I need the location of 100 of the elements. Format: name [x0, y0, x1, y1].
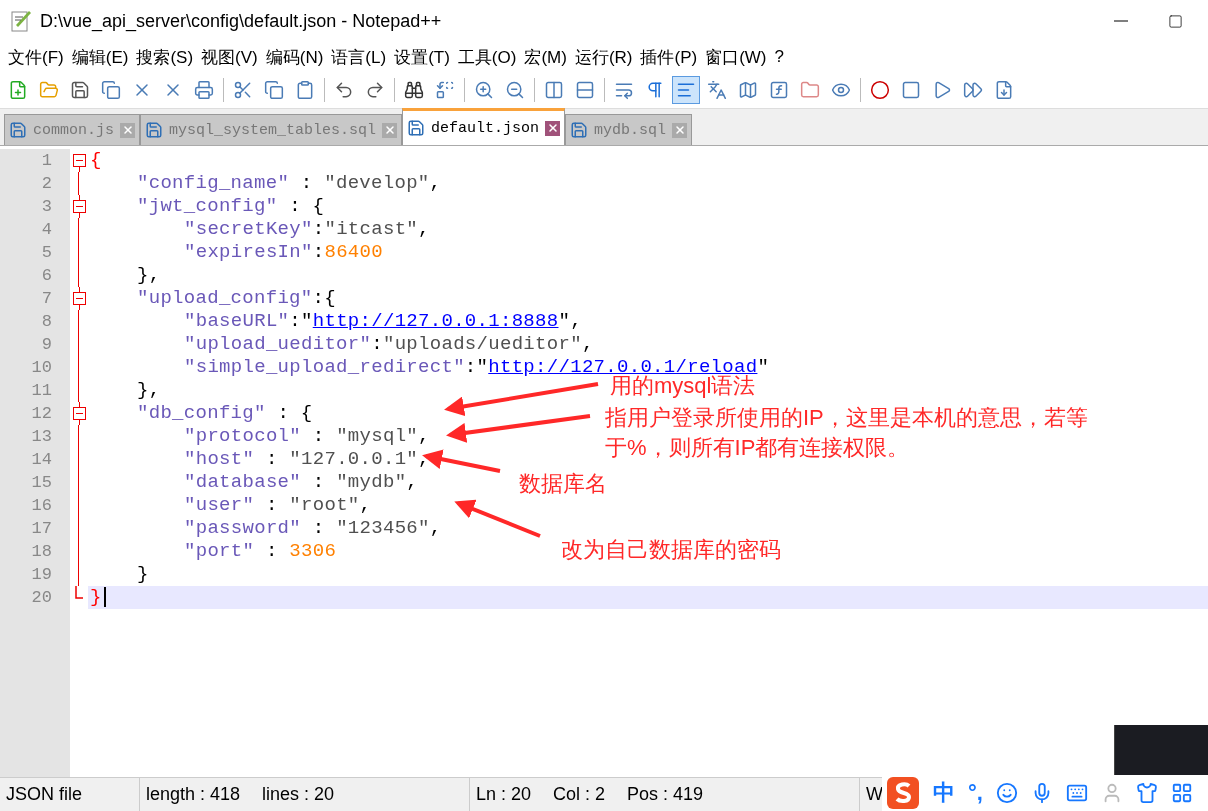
- line-number: 12: [30, 403, 53, 425]
- line-number: 16: [30, 495, 53, 517]
- code-line: },: [137, 379, 161, 402]
- code-line: "db_config" : {: [137, 402, 313, 425]
- menu-item[interactable]: 插件(P): [636, 45, 702, 69]
- keyboard-icon[interactable]: [1065, 782, 1088, 804]
- cursor-position-text: Pos : 419: [627, 784, 704, 805]
- new-file-icon: [8, 80, 28, 100]
- code-line: "upload_config":{: [137, 287, 336, 310]
- cursor-column-text: Col : 2: [553, 784, 606, 805]
- save-all-icon: [101, 80, 121, 100]
- rows-icon: [575, 80, 595, 100]
- language-icon: [707, 80, 727, 100]
- eye-icon: [831, 80, 851, 100]
- print-icon: [194, 80, 214, 100]
- undo-icon: [334, 80, 354, 100]
- indent-guide-icon: [676, 80, 696, 100]
- line-number: 20: [30, 587, 53, 609]
- save-icon: [145, 121, 163, 139]
- close-tab-icon[interactable]: [545, 120, 561, 136]
- fast-forward-icon: [963, 80, 983, 100]
- annotation-text: 数据库名: [519, 470, 608, 498]
- length-text: length : 418: [146, 784, 241, 805]
- find-icon: [404, 80, 424, 100]
- menu-item[interactable]: 视图(V): [197, 45, 262, 69]
- save-icon: [9, 121, 27, 139]
- code-line: "upload_ueditor":"uploads/ueditor",: [184, 333, 594, 356]
- fold-toggle-icon[interactable]: [72, 402, 86, 425]
- file-tab[interactable]: default.json: [402, 108, 566, 145]
- code-line: }: [90, 586, 102, 609]
- line-number: 14: [30, 449, 53, 471]
- shirt-icon[interactable]: [1135, 782, 1158, 804]
- annotation-text: 改为自己数据库的密码: [561, 536, 782, 564]
- code-line: "jwt_config" : {: [137, 195, 325, 218]
- code-line: {: [90, 149, 102, 172]
- status-text: W: [866, 784, 883, 805]
- line-number: 9: [40, 334, 53, 356]
- play-icon: [932, 80, 952, 100]
- save-macro-icon: [994, 80, 1014, 100]
- replace-icon: [435, 80, 455, 100]
- open-folder-icon: [39, 80, 59, 100]
- close-tab-icon[interactable]: [382, 122, 398, 138]
- line-number: 15: [30, 472, 53, 494]
- text-caret: [103, 587, 106, 607]
- menu-item[interactable]: 编辑(E): [67, 45, 133, 69]
- menu-item[interactable]: 搜索(S): [132, 45, 198, 69]
- grid-icon[interactable]: [1170, 782, 1193, 804]
- menu-item[interactable]: 窗口(W): [701, 45, 771, 69]
- menu-item[interactable]: 语言(L): [327, 45, 391, 69]
- code-line: },: [137, 264, 161, 287]
- menu-item[interactable]: 宏(M): [520, 45, 571, 69]
- line-number: 6: [40, 265, 53, 287]
- line-number: 10: [30, 357, 53, 379]
- lines-text: lines : 20: [262, 784, 335, 805]
- code-line: "config_name" : "develop",: [137, 172, 442, 195]
- menu-item[interactable]: 运行(R): [570, 45, 637, 69]
- save-icon: [70, 80, 90, 100]
- ime-logo-icon[interactable]: [886, 776, 920, 810]
- file-type-text: JSON file: [6, 784, 83, 805]
- menu-item[interactable]: 文件(F): [4, 45, 68, 69]
- line-number: 5: [40, 242, 53, 264]
- code-line: "expiresIn":86400: [184, 241, 383, 264]
- menu-item[interactable]: 设置(T): [390, 45, 454, 69]
- code-line: "baseURL":"http://127.0.0.1:8888",: [184, 310, 582, 333]
- fold-toggle-icon[interactable]: [72, 195, 86, 218]
- paste-icon: [295, 80, 315, 100]
- line-number: 8: [40, 311, 53, 333]
- line-number: 17: [30, 518, 53, 540]
- code-line: "password" : "123456",: [184, 517, 442, 540]
- line-number: 2: [40, 173, 53, 195]
- line-number: 13: [30, 426, 53, 448]
- word-wrap-icon: [614, 80, 634, 100]
- line-number: 1: [40, 150, 53, 172]
- line-number: 3: [40, 196, 53, 218]
- menu-item[interactable]: ?: [770, 47, 788, 67]
- line-number: 18: [30, 541, 53, 563]
- columns-icon: [544, 80, 564, 100]
- code-line: "host" : "127.0.0.1",: [184, 448, 430, 471]
- copy-icon: [264, 80, 284, 100]
- code-line: "user" : "root",: [184, 494, 372, 517]
- minimize-icon: [1114, 20, 1128, 22]
- save-icon: [570, 121, 589, 139]
- line-number: 19: [30, 564, 53, 586]
- line-number: 7: [40, 288, 53, 310]
- notepad-app-icon: [10, 9, 32, 33]
- line-number: 4: [40, 219, 53, 241]
- close-tab-icon[interactable]: [120, 122, 135, 138]
- line-number: 11: [30, 380, 53, 402]
- menu-item[interactable]: 工具(O): [453, 45, 521, 69]
- emoji-icon[interactable]: [995, 782, 1018, 804]
- cut-icon: [233, 80, 253, 100]
- close-tab-icon[interactable]: [672, 122, 688, 138]
- punctuation-mode-text[interactable]: °,: [968, 780, 983, 806]
- input-mode-text[interactable]: 中: [933, 778, 955, 808]
- menu-item[interactable]: 编码(N): [261, 45, 328, 69]
- zoom-out-icon: [505, 80, 525, 100]
- annotation-text: 用的mysql语法: [610, 373, 757, 400]
- indent-guide-button[interactable]: [672, 76, 700, 104]
- folder-icon: [800, 80, 820, 100]
- fold-toggle-icon[interactable]: [72, 287, 86, 310]
